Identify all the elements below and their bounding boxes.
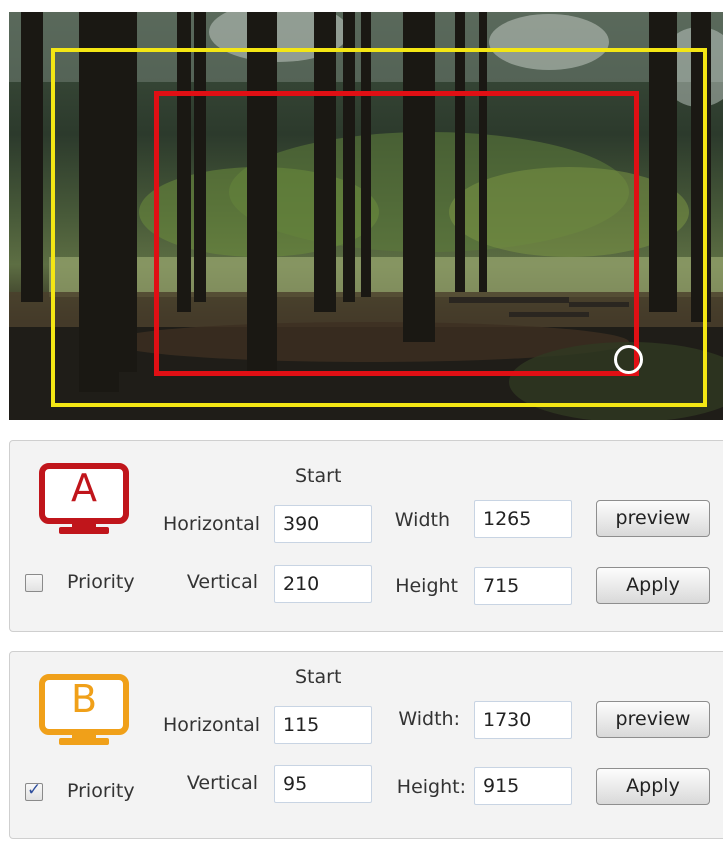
horizontal-input[interactable] xyxy=(274,505,372,543)
region-b-panel: B Start Horizontal Width: preview ✓ Prio… xyxy=(9,651,723,839)
monitor-a-letter: A xyxy=(71,466,97,510)
checkmark-icon: ✓ xyxy=(27,780,42,800)
start-label: Start xyxy=(295,666,342,688)
height-label: Height xyxy=(395,575,458,597)
priority-label: Priority xyxy=(67,571,135,593)
priority-checkbox[interactable] xyxy=(25,574,43,592)
apply-button[interactable]: Apply xyxy=(596,567,710,604)
priority-checkbox[interactable]: ✓ xyxy=(25,780,43,801)
height-input[interactable] xyxy=(474,767,572,805)
vertical-label: Vertical xyxy=(186,772,258,794)
vertical-label: Vertical xyxy=(186,571,258,593)
height-input[interactable] xyxy=(474,567,572,605)
height-label: Height: xyxy=(396,776,466,798)
vertical-input[interactable] xyxy=(274,565,372,603)
preview-button[interactable]: preview xyxy=(596,500,710,537)
apply-button[interactable]: Apply xyxy=(596,768,710,805)
horizontal-label: Horizontal xyxy=(162,714,260,736)
monitor-b-letter: B xyxy=(70,677,98,721)
horizontal-input[interactable] xyxy=(274,706,372,744)
width-label: Width: xyxy=(398,708,460,730)
start-label: Start xyxy=(295,465,342,487)
horizontal-label: Horizontal xyxy=(162,513,260,535)
roi-region-a-outline[interactable] xyxy=(154,91,639,376)
width-input[interactable] xyxy=(474,500,572,538)
width-input[interactable] xyxy=(474,701,572,739)
preview-button[interactable]: preview xyxy=(596,701,710,738)
region-a-panel: A Start Horizontal Width preview Priorit… xyxy=(9,440,723,632)
priority-label: Priority xyxy=(67,780,135,802)
region-resize-handle[interactable] xyxy=(614,345,643,374)
camera-preview-image xyxy=(9,12,723,420)
width-label: Width xyxy=(394,509,450,531)
vertical-input[interactable] xyxy=(274,765,372,803)
